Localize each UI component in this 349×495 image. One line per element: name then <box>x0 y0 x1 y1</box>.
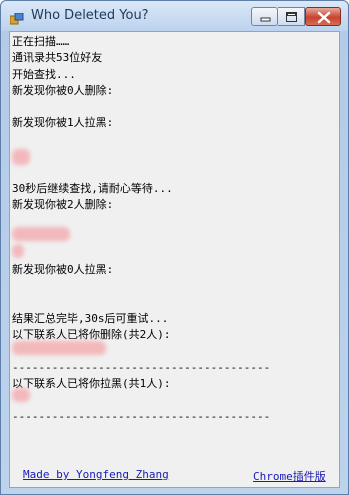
chrome-plugin-link[interactable]: Chrome插件版 <box>253 468 326 484</box>
log-line: 结果汇总完毕,30s后可重试... <box>12 312 169 326</box>
log-line: 以下联系人已将你拉黑(共1人): <box>12 377 171 391</box>
maximize-icon <box>286 12 297 22</box>
redacted-contact-deleted-1 <box>12 227 70 241</box>
redacted-contact-blocked <box>12 149 30 165</box>
app-window: Who Deleted You? 正在扫描…… 通讯录共53位好友 开始查找... 新… <box>0 0 349 495</box>
log-line: 新发现你被2人删除: <box>12 197 114 211</box>
log-line: 30秒后继续查找,请耐心等待... <box>12 181 173 195</box>
redacted-contact-deleted-2 <box>12 244 24 258</box>
log-line: 正在扫描…… <box>12 35 70 48</box>
log-panel[interactable]: 正在扫描…… 通讯录共53位好友 开始查找... 新发现你被0人删除: 新发现你被1人拉… <box>9 31 340 488</box>
minimize-icon <box>260 17 271 22</box>
minimize-button[interactable] <box>251 7 278 26</box>
log-line: --------------------------------------- <box>12 409 271 423</box>
window-title: Who Deleted You? <box>31 8 149 23</box>
log-line: 开始查找... <box>12 67 76 81</box>
log-line: 新发现你被1人拉黑: <box>12 116 114 130</box>
author-link[interactable]: Made by Yongfeng Zhang <box>23 468 169 481</box>
log-line: --------------------------------------- <box>12 360 271 374</box>
close-button[interactable] <box>305 7 341 26</box>
maximize-button[interactable] <box>278 7 305 26</box>
title-bar[interactable]: Who Deleted You? <box>1 1 348 31</box>
app-icon <box>9 10 24 25</box>
log-line: 通讯录共53位好友 <box>12 51 103 65</box>
redacted-summary-deleted <box>12 341 106 355</box>
log-line: 新发现你被0人拉黑: <box>12 263 114 277</box>
log-line: 新发现你被0人删除: <box>12 83 114 97</box>
redacted-summary-blocked <box>12 388 30 402</box>
close-icon <box>317 11 331 24</box>
